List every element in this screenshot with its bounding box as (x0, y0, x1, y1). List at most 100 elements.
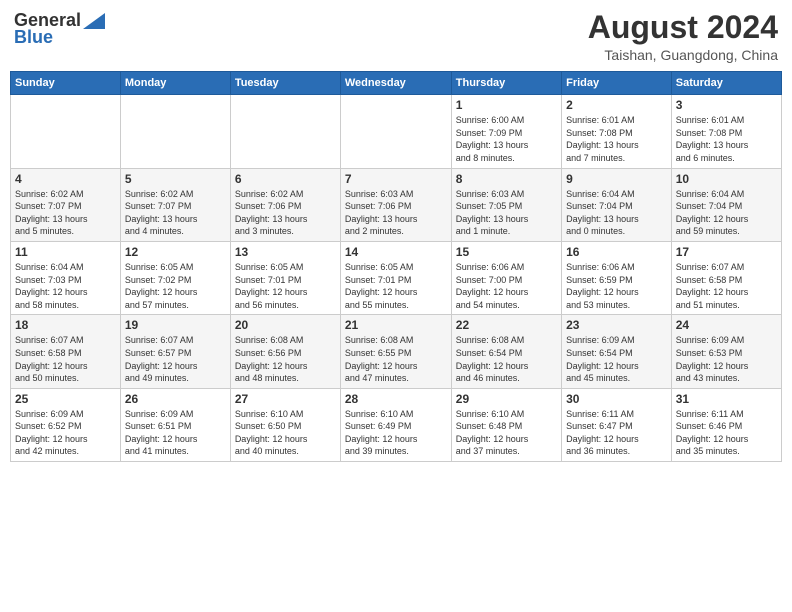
day-info: Sunrise: 6:04 AMSunset: 7:04 PMDaylight:… (676, 188, 777, 238)
calendar-cell (11, 95, 121, 168)
calendar-cell: 22 Sunrise: 6:08 AMSunset: 6:54 PMDayligh… (451, 315, 561, 388)
weekday-header-friday: Friday (562, 72, 672, 95)
logo-blue-text: Blue (14, 27, 53, 48)
calendar-cell: 30 Sunrise: 6:11 AMSunset: 6:47 PMDayligh… (562, 388, 672, 461)
calendar-week-row: 4 Sunrise: 6:02 AMSunset: 7:07 PMDaylight… (11, 168, 782, 241)
calendar-cell: 24 Sunrise: 6:09 AMSunset: 6:53 PMDayligh… (671, 315, 781, 388)
calendar-cell (230, 95, 340, 168)
calendar-cell: 5 Sunrise: 6:02 AMSunset: 7:07 PMDaylight… (120, 168, 230, 241)
day-number: 14 (345, 245, 447, 259)
day-number: 11 (15, 245, 116, 259)
day-info: Sunrise: 6:04 AMSunset: 7:04 PMDaylight:… (566, 188, 667, 238)
day-info: Sunrise: 6:02 AMSunset: 7:07 PMDaylight:… (15, 188, 116, 238)
calendar-cell: 4 Sunrise: 6:02 AMSunset: 7:07 PMDaylight… (11, 168, 121, 241)
day-number: 22 (456, 318, 557, 332)
day-number: 7 (345, 172, 447, 186)
day-info: Sunrise: 6:05 AMSunset: 7:02 PMDaylight:… (125, 261, 226, 311)
calendar-cell: 21 Sunrise: 6:08 AMSunset: 6:55 PMDayligh… (340, 315, 451, 388)
day-number: 2 (566, 98, 667, 112)
weekday-header-tuesday: Tuesday (230, 72, 340, 95)
day-number: 5 (125, 172, 226, 186)
day-number: 19 (125, 318, 226, 332)
calendar-table: SundayMondayTuesdayWednesdayThursdayFrid… (10, 71, 782, 462)
day-number: 9 (566, 172, 667, 186)
calendar-cell (120, 95, 230, 168)
day-number: 25 (15, 392, 116, 406)
calendar-cell: 15Sunrise: 6:06 AMSunset: 7:00 PMDayligh… (451, 241, 561, 314)
weekday-header-wednesday: Wednesday (340, 72, 451, 95)
day-number: 28 (345, 392, 447, 406)
day-info: Sunrise: 6:01 AMSunset: 7:08 PMDaylight:… (566, 114, 667, 164)
calendar-cell: 27 Sunrise: 6:10 AMSunset: 6:50 PMDayligh… (230, 388, 340, 461)
calendar-cell: 28 Sunrise: 6:10 AMSunset: 6:49 PMDayligh… (340, 388, 451, 461)
day-info: Sunrise: 6:11 AMSunset: 6:46 PMDaylight:… (676, 408, 777, 458)
weekday-header-row: SundayMondayTuesdayWednesdayThursdayFrid… (11, 72, 782, 95)
day-info: Sunrise: 6:05 AMSunset: 7:01 PMDaylight:… (235, 261, 336, 311)
calendar-cell: 23 Sunrise: 6:09 AMSunset: 6:54 PMDayligh… (562, 315, 672, 388)
day-number: 26 (125, 392, 226, 406)
month-year-title: August 2024 (588, 10, 778, 45)
day-number: 3 (676, 98, 777, 112)
day-number: 12 (125, 245, 226, 259)
day-number: 13 (235, 245, 336, 259)
calendar-cell: 26 Sunrise: 6:09 AMSunset: 6:51 PMDayligh… (120, 388, 230, 461)
calendar-week-row: 25 Sunrise: 6:09 AMSunset: 6:52 PMDayligh… (11, 388, 782, 461)
day-number: 30 (566, 392, 667, 406)
day-info: Sunrise: 6:02 AMSunset: 7:07 PMDaylight:… (125, 188, 226, 238)
weekday-header-sunday: Sunday (11, 72, 121, 95)
day-number: 6 (235, 172, 336, 186)
calendar-cell: 29 Sunrise: 6:10 AMSunset: 6:48 PMDayligh… (451, 388, 561, 461)
day-info: Sunrise: 6:06 AMSunset: 6:59 PMDaylight:… (566, 261, 667, 311)
day-number: 4 (15, 172, 116, 186)
calendar-cell: 1Sunrise: 6:00 AMSunset: 7:09 PMDaylight… (451, 95, 561, 168)
day-number: 1 (456, 98, 557, 112)
day-info: Sunrise: 6:09 AMSunset: 6:52 PMDaylight:… (15, 408, 116, 458)
day-info: Sunrise: 6:08 AMSunset: 6:56 PMDaylight:… (235, 334, 336, 384)
day-info: Sunrise: 6:08 AMSunset: 6:54 PMDaylight:… (456, 334, 557, 384)
day-info: Sunrise: 6:11 AMSunset: 6:47 PMDaylight:… (566, 408, 667, 458)
day-info: Sunrise: 6:09 AMSunset: 6:51 PMDaylight:… (125, 408, 226, 458)
location-text: Taishan, Guangdong, China (588, 47, 778, 63)
weekday-header-saturday: Saturday (671, 72, 781, 95)
day-info: Sunrise: 6:10 AMSunset: 6:49 PMDaylight:… (345, 408, 447, 458)
calendar-cell: 13 Sunrise: 6:05 AMSunset: 7:01 PMDayligh… (230, 241, 340, 314)
weekday-header-thursday: Thursday (451, 72, 561, 95)
calendar-cell: 7Sunrise: 6:03 AMSunset: 7:06 PMDaylight… (340, 168, 451, 241)
calendar-cell: 25 Sunrise: 6:09 AMSunset: 6:52 PMDayligh… (11, 388, 121, 461)
calendar-cell: 3 Sunrise: 6:01 AMSunset: 7:08 PMDaylight… (671, 95, 781, 168)
day-number: 24 (676, 318, 777, 332)
day-number: 27 (235, 392, 336, 406)
day-number: 17 (676, 245, 777, 259)
day-info: Sunrise: 6:10 AMSunset: 6:48 PMDaylight:… (456, 408, 557, 458)
calendar-cell: 14 Sunrise: 6:05 AMSunset: 7:01 PMDayligh… (340, 241, 451, 314)
calendar-cell: 6Sunrise: 6:02 AMSunset: 7:06 PMDaylight… (230, 168, 340, 241)
weekday-header-monday: Monday (120, 72, 230, 95)
calendar-cell: 2 Sunrise: 6:01 AMSunset: 7:08 PMDaylight… (562, 95, 672, 168)
day-number: 18 (15, 318, 116, 332)
page-header: General Blue August 2024 Taishan, Guangd… (10, 10, 782, 63)
day-number: 29 (456, 392, 557, 406)
day-info: Sunrise: 6:05 AMSunset: 7:01 PMDaylight:… (345, 261, 447, 311)
day-number: 23 (566, 318, 667, 332)
day-info: Sunrise: 6:01 AMSunset: 7:08 PMDaylight:… (676, 114, 777, 164)
day-number: 20 (235, 318, 336, 332)
day-info: Sunrise: 6:08 AMSunset: 6:55 PMDaylight:… (345, 334, 447, 384)
calendar-cell: 20 Sunrise: 6:08 AMSunset: 6:56 PMDayligh… (230, 315, 340, 388)
calendar-cell: 9 Sunrise: 6:04 AMSunset: 7:04 PMDaylight… (562, 168, 672, 241)
calendar-cell: 16Sunrise: 6:06 AMSunset: 6:59 PMDayligh… (562, 241, 672, 314)
calendar-cell: 12 Sunrise: 6:05 AMSunset: 7:02 PMDayligh… (120, 241, 230, 314)
day-number: 8 (456, 172, 557, 186)
day-info: Sunrise: 6:09 AMSunset: 6:53 PMDaylight:… (676, 334, 777, 384)
day-info: Sunrise: 6:07 AMSunset: 6:58 PMDaylight:… (676, 261, 777, 311)
calendar-week-row: 18Sunrise: 6:07 AMSunset: 6:58 PMDayligh… (11, 315, 782, 388)
day-number: 15 (456, 245, 557, 259)
day-number: 21 (345, 318, 447, 332)
day-info: Sunrise: 6:09 AMSunset: 6:54 PMDaylight:… (566, 334, 667, 384)
calendar-week-row: 11Sunrise: 6:04 AMSunset: 7:03 PMDayligh… (11, 241, 782, 314)
calendar-cell (340, 95, 451, 168)
day-info: Sunrise: 6:07 AMSunset: 6:57 PMDaylight:… (125, 334, 226, 384)
calendar-week-row: 1Sunrise: 6:00 AMSunset: 7:09 PMDaylight… (11, 95, 782, 168)
day-number: 31 (676, 392, 777, 406)
day-info: Sunrise: 6:10 AMSunset: 6:50 PMDaylight:… (235, 408, 336, 458)
logo: General Blue (14, 10, 105, 48)
